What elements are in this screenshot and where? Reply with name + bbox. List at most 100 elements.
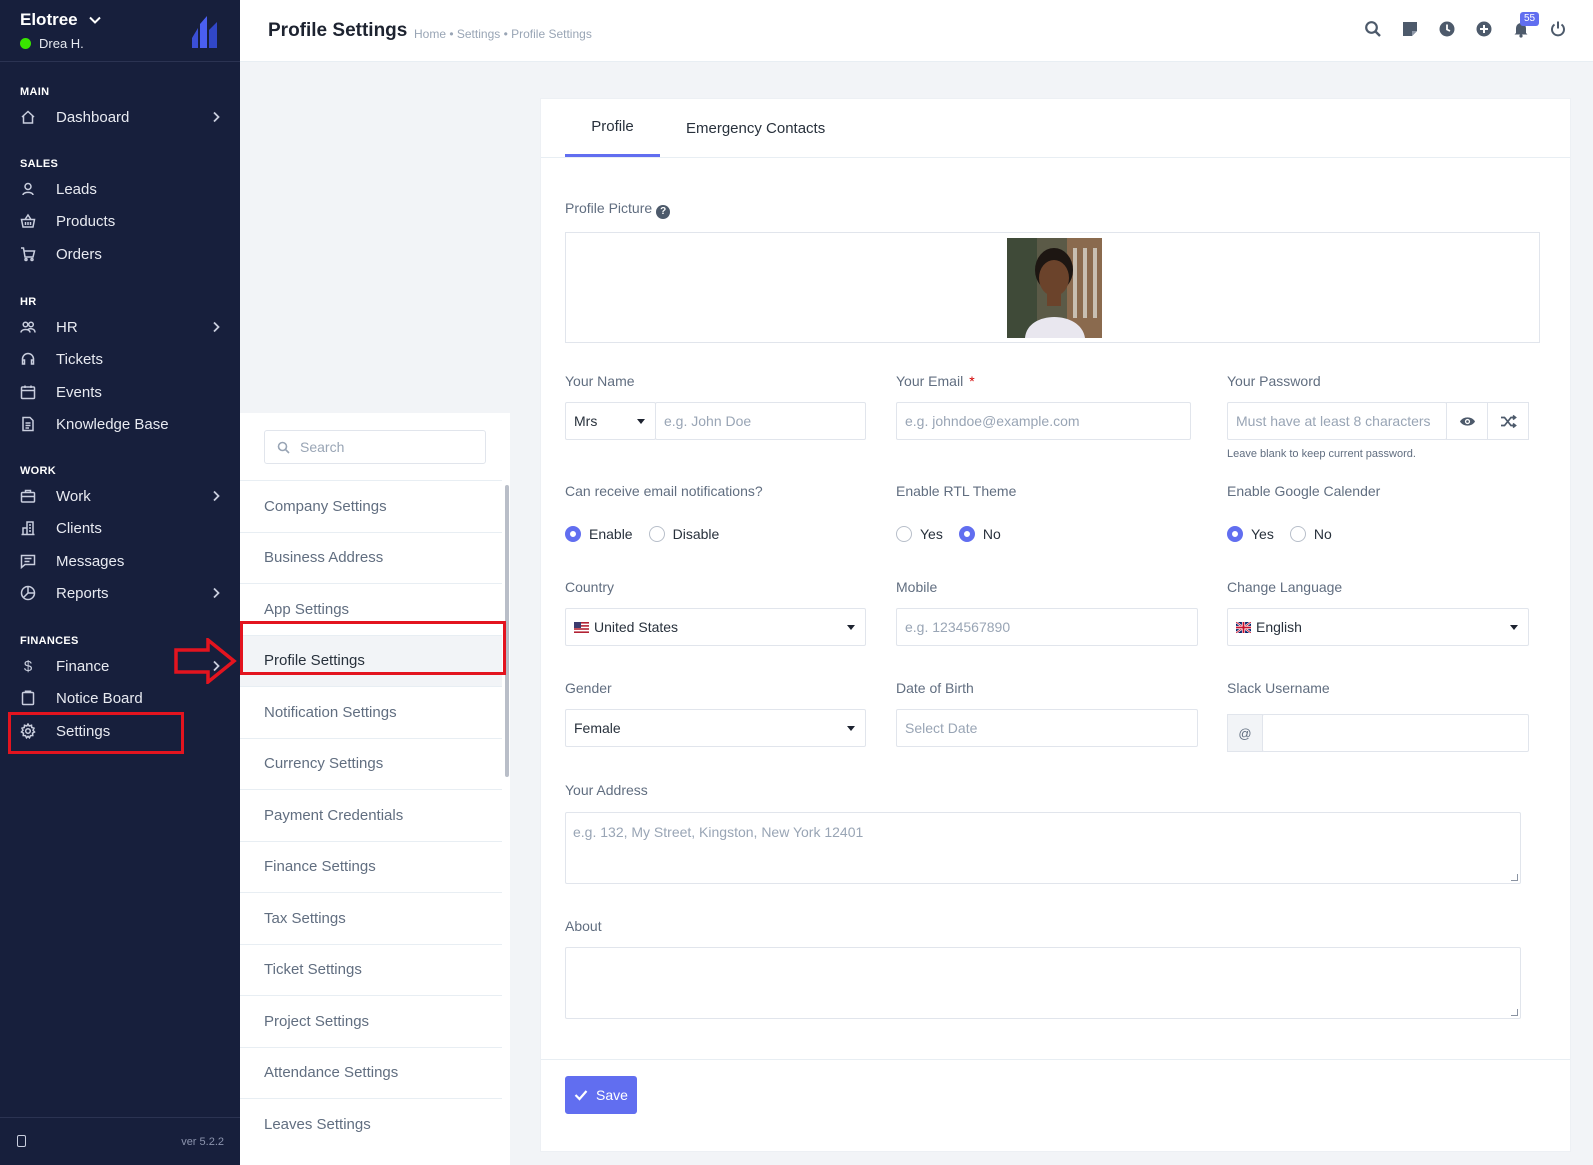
about-textarea[interactable]	[565, 947, 1521, 1019]
sidebar-item-knowledge-base[interactable]: Knowledge Base	[0, 408, 240, 440]
sidebar-item-label: Orders	[56, 245, 102, 263]
sidebar-item-leads[interactable]: Leads	[0, 173, 240, 205]
building-icon	[20, 520, 36, 536]
save-button[interactable]: Save	[565, 1076, 637, 1114]
resize-handle-icon[interactable]	[1511, 874, 1518, 881]
caret-down-icon	[847, 726, 855, 731]
sidebar-item-label: Events	[56, 383, 102, 401]
profile-picture-upload[interactable]	[565, 232, 1540, 343]
date-of-birth-input[interactable]: Select Date	[896, 709, 1198, 747]
settings-item-company[interactable]: Company Settings	[240, 480, 502, 532]
annotation-arrow-icon	[174, 638, 237, 684]
clock-icon[interactable]	[1438, 20, 1456, 38]
document-icon	[20, 416, 36, 432]
clipboard-icon	[20, 690, 36, 706]
profile-photo-image	[1007, 238, 1102, 338]
address-label: Your Address	[565, 782, 648, 798]
resize-handle-icon[interactable]	[1511, 1009, 1518, 1016]
sidebar-item-hr[interactable]: HR	[0, 311, 240, 343]
settings-item-leaves[interactable]: Leaves Settings	[240, 1098, 502, 1150]
sidebar-item-label: Clients	[56, 519, 102, 537]
email-notifications-disable-radio[interactable]	[648, 526, 665, 542]
sidebar-item-orders[interactable]: Orders	[0, 238, 240, 270]
sidebar-item-work[interactable]: Work	[0, 480, 240, 512]
name-label: Your Name	[565, 373, 635, 389]
question-icon[interactable]: ?	[656, 205, 671, 219]
settings-item-business-address[interactable]: Business Address	[240, 531, 502, 584]
settings-item-finance[interactable]: Finance Settings	[240, 840, 502, 893]
collapse-sidebar-icon[interactable]	[17, 1135, 26, 1147]
sidebar-item-clients[interactable]: Clients	[0, 512, 240, 544]
sidebar-item-messages[interactable]: Messages	[0, 545, 240, 577]
headset-icon	[20, 351, 36, 367]
address-textarea[interactable]: e.g. 132, My Street, Kingston, New York …	[565, 812, 1521, 884]
password-input[interactable]: Must have at least 8 characters	[1227, 402, 1447, 440]
sidebar-item-tickets[interactable]: Tickets	[0, 343, 240, 375]
show-password-button[interactable]	[1446, 402, 1488, 440]
name-input[interactable]: e.g. John Doe	[655, 402, 866, 440]
sidebar-item-label: Leads	[56, 180, 97, 198]
cart-icon	[20, 246, 36, 262]
sidebar-item-label: Reports	[56, 584, 109, 602]
profile-tabs: Profile Emergency Contacts	[565, 99, 825, 157]
language-select[interactable]: English	[1227, 608, 1529, 646]
caret-down-icon	[847, 625, 855, 630]
caret-down-icon	[637, 419, 645, 424]
search-icon[interactable]	[1364, 20, 1382, 38]
google-calendar-yes-radio[interactable]	[1227, 526, 1243, 542]
sidebar-item-products[interactable]: Products	[0, 205, 240, 237]
settings-item-project[interactable]: Project Settings	[240, 995, 502, 1047]
chevron-down-icon	[88, 16, 101, 24]
search-icon	[277, 441, 290, 454]
settings-item-tax[interactable]: Tax Settings	[240, 892, 502, 944]
gender-select[interactable]: Female	[565, 709, 866, 747]
sidebar-item-label: Tickets	[56, 350, 103, 368]
sidebar-header: Elotree Drea H.	[0, 0, 240, 62]
email-notifications-label: Can receive email notifications?	[565, 483, 763, 499]
settings-item-attendance[interactable]: Attendance Settings	[240, 1046, 502, 1099]
rtl-no-radio[interactable]	[958, 526, 975, 542]
sidebar-item-label: Dashboard	[56, 108, 130, 126]
bell-icon[interactable]: 55	[1512, 12, 1540, 38]
eye-icon	[1459, 416, 1475, 426]
rtl-yes-radio[interactable]	[896, 526, 912, 542]
country-select[interactable]: United States	[565, 608, 866, 646]
online-status-icon	[20, 38, 31, 49]
home-icon	[20, 109, 36, 125]
mobile-input[interactable]: e.g. 1234567890	[896, 608, 1198, 646]
caret-down-icon	[1510, 625, 1518, 630]
sidebar-item-reports[interactable]: Reports	[0, 577, 240, 609]
uk-flag-icon	[1236, 621, 1251, 633]
settings-item-payment-credentials[interactable]: Payment Credentials	[240, 789, 502, 841]
email-label: Your Email *	[896, 373, 975, 389]
calendar-icon	[20, 384, 36, 400]
app-version: ver 5.2.2	[181, 1136, 224, 1148]
tab-emergency-contacts[interactable]: Emergency Contacts	[686, 99, 825, 157]
settings-search-input[interactable]: Search	[264, 430, 486, 464]
generate-password-button[interactable]	[1487, 402, 1529, 440]
user-name: Drea H.	[39, 36, 84, 51]
breadcrumb[interactable]: Home • Settings • Profile Settings	[414, 27, 592, 41]
sidebar-item-events[interactable]: Events	[0, 376, 240, 408]
sidebar-item-dashboard[interactable]: Dashboard	[0, 101, 240, 133]
password-help-text: Leave blank to keep current password.	[1227, 448, 1416, 460]
slack-username-input[interactable]	[1262, 714, 1529, 752]
power-icon[interactable]	[1549, 20, 1567, 38]
sticky-note-icon[interactable]	[1401, 20, 1419, 38]
chevron-right-icon	[210, 110, 222, 123]
google-calendar-no-radio[interactable]	[1289, 526, 1306, 542]
section-finances: FINANCES	[20, 635, 79, 647]
email-notifications-enable-radio[interactable]	[565, 526, 581, 542]
email-input[interactable]: e.g. johndoe@example.com	[896, 402, 1191, 440]
tab-profile[interactable]: Profile	[565, 99, 660, 157]
settings-item-currency[interactable]: Currency Settings	[240, 737, 502, 790]
salutation-select[interactable]: Mrs	[565, 402, 656, 440]
sidebar-item-notice-board[interactable]: Notice Board	[0, 682, 240, 714]
email-notifications-radio-group: Enable Disable	[565, 526, 735, 542]
sidebar-item-label: Notice Board	[56, 689, 143, 707]
section-main: MAIN	[20, 86, 50, 98]
settings-item-notification[interactable]: Notification Settings	[240, 686, 502, 738]
plus-circle-icon[interactable]	[1475, 20, 1493, 38]
rtl-theme-label: Enable RTL Theme	[896, 483, 1017, 499]
settings-item-ticket[interactable]: Ticket Settings	[240, 943, 502, 996]
